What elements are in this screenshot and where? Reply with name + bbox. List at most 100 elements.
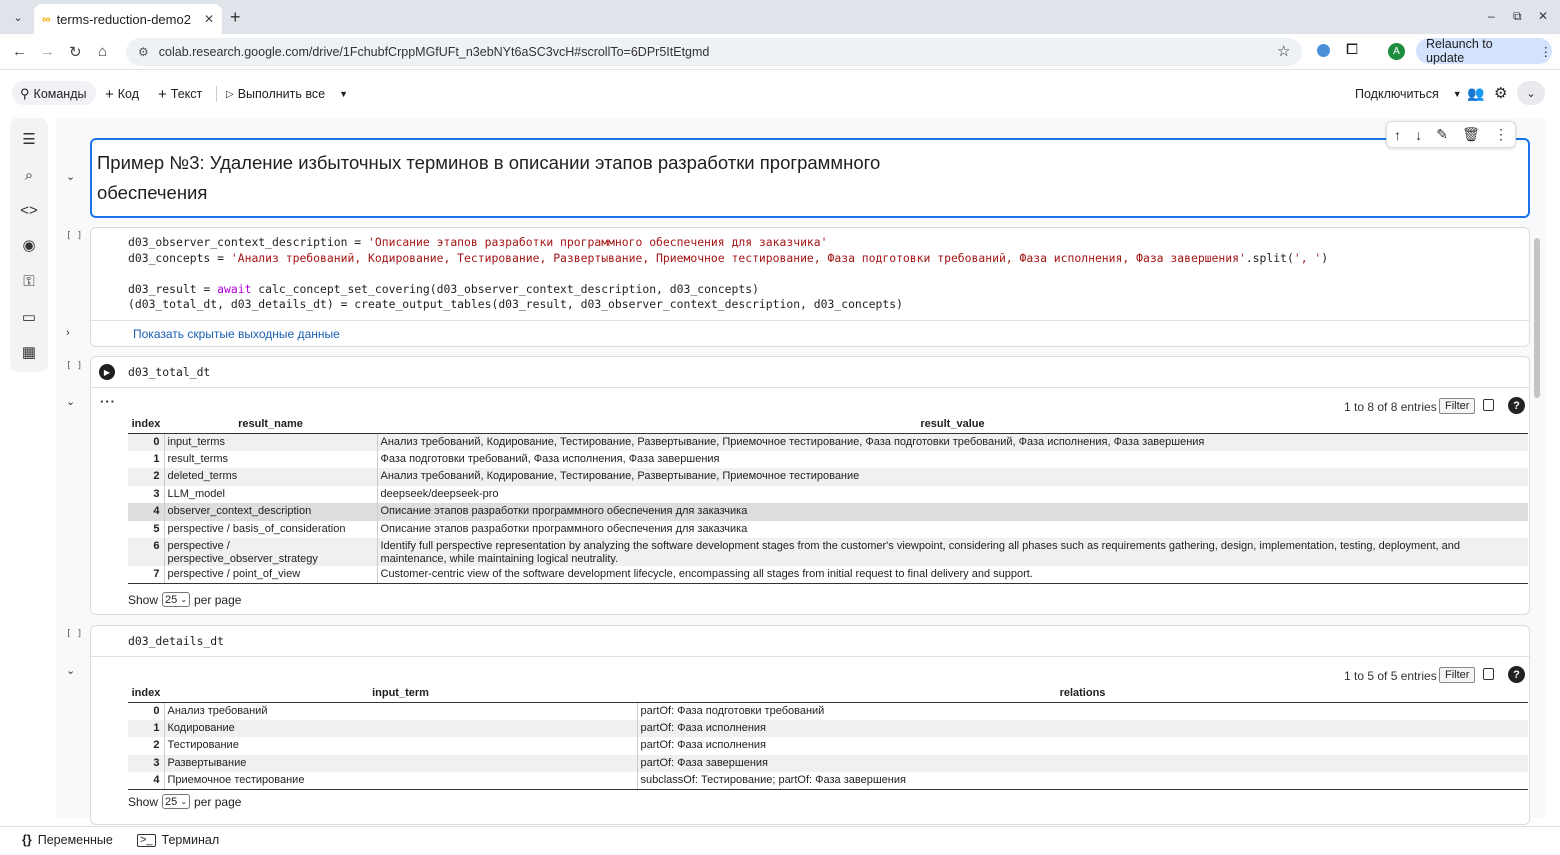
table-row: 4 observer_context_description Описание эт… <box>128 503 1528 521</box>
close-window-icon[interactable]: ✕ <box>1538 9 1548 23</box>
output-divider <box>91 656 1529 657</box>
close-tab-icon[interactable]: ✕ <box>204 12 214 26</box>
table-row: 7 perspective / point_of_view Customer-cen… <box>128 566 1528 584</box>
home-icon[interactable]: ⌂ <box>98 43 107 60</box>
gear-icon[interactable]: ⚙ <box>1494 84 1507 102</box>
minimize-icon[interactable]: – <box>1488 9 1495 23</box>
cell-name: observer_context_description <box>163 503 377 521</box>
col-header-result-value[interactable]: result_value <box>377 416 1528 434</box>
cell-term: Анализ требований <box>163 702 637 720</box>
cell-index: 4 <box>128 503 164 521</box>
table2-entries-count: 1 to 5 of 5 entries <box>1344 669 1437 683</box>
connect-button[interactable]: Подключиться ▼ <box>1355 84 1462 104</box>
commands-label: Команды <box>33 87 87 101</box>
delete-trash-icon[interactable]: 🗑 <box>1462 126 1480 143</box>
move-up-icon[interactable]: ↑ <box>1394 127 1401 143</box>
cell-value: Фаза подготовки требований, Фаза исполне… <box>376 450 1528 468</box>
browser-tab[interactable]: ∞ terms-reduction-demo2 ✕ <box>34 4 222 34</box>
restore-icon[interactable]: ⧉ <box>1513 9 1522 24</box>
page-size-value: 25 <box>165 795 178 808</box>
terminal-icon: >_ <box>137 833 156 847</box>
profile-avatar[interactable]: A <box>1388 43 1405 60</box>
folder-icon[interactable]: ▭ <box>18 306 40 328</box>
commands-group[interactable]: ⚲ Команды <box>20 84 87 104</box>
page-size-select[interactable]: 25 ⌄ <box>162 592 191 607</box>
table-row: 3 Развертывание partOf: Фаза завершения <box>128 754 1528 772</box>
extension-icon[interactable] <box>1317 44 1330 57</box>
page-size-select[interactable]: 25 ⌄ <box>162 794 191 809</box>
move-down-icon[interactable]: ↓ <box>1415 127 1422 143</box>
collapse-output-chevron-icon[interactable]: ⌄ <box>66 664 75 677</box>
relaunch-button[interactable]: Relaunch to update ⋮ <box>1416 37 1553 65</box>
table-row: 1 result_terms Фаза подготовки требований,… <box>128 450 1528 468</box>
terminal-button[interactable]: >_ Терминал <box>137 833 219 847</box>
col-header-index[interactable]: index <box>128 416 164 434</box>
collapse-output-chevron-icon[interactable]: ⌄ <box>66 395 75 408</box>
col-header-result-name[interactable]: result_name <box>164 416 377 434</box>
cell-index: 2 <box>128 468 164 486</box>
collapse-header-chevron-icon[interactable]: ⌄ <box>1517 81 1545 105</box>
address-bar[interactable]: ⚙ colab.research.google.com/drive/1Fchub… <box>126 38 1302 66</box>
cell-index: 5 <box>153 522 160 535</box>
table1-entries-count: 1 to 8 of 8 entries <box>1344 400 1437 414</box>
col-header-relations[interactable]: relations <box>637 685 1528 703</box>
details-table: index input_term relations 0 Анализ требо… <box>128 685 1528 790</box>
section-heading: Пример №3: Удаление избыточных терминов … <box>97 148 917 208</box>
cell-index: 1 <box>153 452 160 465</box>
copy-icon[interactable] <box>1483 668 1494 680</box>
connect-label: Подключиться <box>1355 87 1439 101</box>
cell-index: 2 <box>153 739 160 751</box>
back-arrow-icon[interactable]: ← <box>12 43 27 60</box>
variables-button[interactable]: {} Переменные <box>22 833 113 847</box>
site-settings-icon[interactable]: ⚙ <box>138 45 149 59</box>
help-icon[interactable]: ? <box>1508 397 1525 414</box>
puzzle-icon[interactable]: ⧠ <box>1346 41 1358 58</box>
edit-pencil-icon[interactable]: ✎ <box>1436 126 1448 143</box>
collapse-section-chevron-icon[interactable]: ⌄ <box>66 170 75 183</box>
table-icon[interactable]: ▦ <box>18 341 40 363</box>
show-hidden-output-link[interactable]: Показать скрытые выходные данные <box>133 327 340 341</box>
copy-icon[interactable] <box>1483 399 1494 411</box>
bookmark-star-icon[interactable]: ☆ <box>1277 42 1290 60</box>
tab-search-chevron-icon[interactable]: ⌄ <box>8 7 28 27</box>
help-icon[interactable]: ? <box>1508 666 1525 683</box>
code-cell-3-source[interactable]: d03_details_dt <box>128 634 224 650</box>
run-cell-button[interactable]: ▶ <box>99 364 115 380</box>
col-header-input-term[interactable]: input_term <box>164 685 637 703</box>
table1-filter-button[interactable]: Filter <box>1439 398 1476 414</box>
reload-icon[interactable]: ↻ <box>69 43 82 61</box>
run-all-button[interactable]: ▷ Выполнить все ▼ <box>226 84 348 104</box>
code-cell-2-source[interactable]: d03_total_dt <box>128 365 210 381</box>
share-people-icon[interactable]: 👥 <box>1467 85 1484 102</box>
output-menu-icon[interactable]: ··· <box>100 394 116 409</box>
cell-relation: partOf: Фаза подготовки требований <box>636 702 1528 720</box>
cell-term: Развертывание <box>163 754 637 772</box>
code-snippets-icon[interactable]: <> <box>18 199 40 221</box>
code-cell-1-source[interactable]: d03_observer_context_description = 'Опис… <box>128 235 1328 313</box>
output-divider <box>91 320 1529 321</box>
forward-arrow-icon[interactable]: → <box>40 43 55 60</box>
page-size-value: 25 <box>165 593 178 606</box>
table-row: 2 deleted_terms Анализ требований, Кодиров… <box>128 468 1528 486</box>
more-vert-icon[interactable]: ⋮ <box>1494 126 1508 143</box>
table2-filter-button[interactable]: Filter <box>1439 667 1476 683</box>
scrollbar-thumb[interactable] <box>1534 238 1540 398</box>
cell-term: Кодирование <box>163 719 637 737</box>
chevron-down-icon: ⌄ <box>180 595 188 604</box>
add-code-button[interactable]: + Код <box>105 84 139 104</box>
find-replace-icon[interactable]: ⌕ <box>18 164 40 186</box>
url-text: colab.research.google.com/drive/1FchubfC… <box>158 45 710 59</box>
cell-term: Тестирование <box>163 737 637 755</box>
eye-icon[interactable]: ◉ <box>18 234 40 256</box>
new-tab-icon[interactable]: + <box>230 7 241 28</box>
key-icon[interactable]: ⚿ <box>18 270 40 292</box>
add-text-button[interactable]: + Текст <box>158 84 202 104</box>
show-label: Show <box>128 794 159 809</box>
add-code-label: Код <box>117 87 140 101</box>
expand-output-chevron-icon[interactable]: › <box>66 327 70 339</box>
cell-index: 7 <box>128 566 164 584</box>
table-of-contents-icon[interactable]: ☰ <box>18 128 40 150</box>
table2-page-size: Show 25 ⌄ per page <box>128 794 241 809</box>
more-vert-icon: ⋮ <box>1539 44 1553 59</box>
col-header-index[interactable]: index <box>128 685 164 703</box>
